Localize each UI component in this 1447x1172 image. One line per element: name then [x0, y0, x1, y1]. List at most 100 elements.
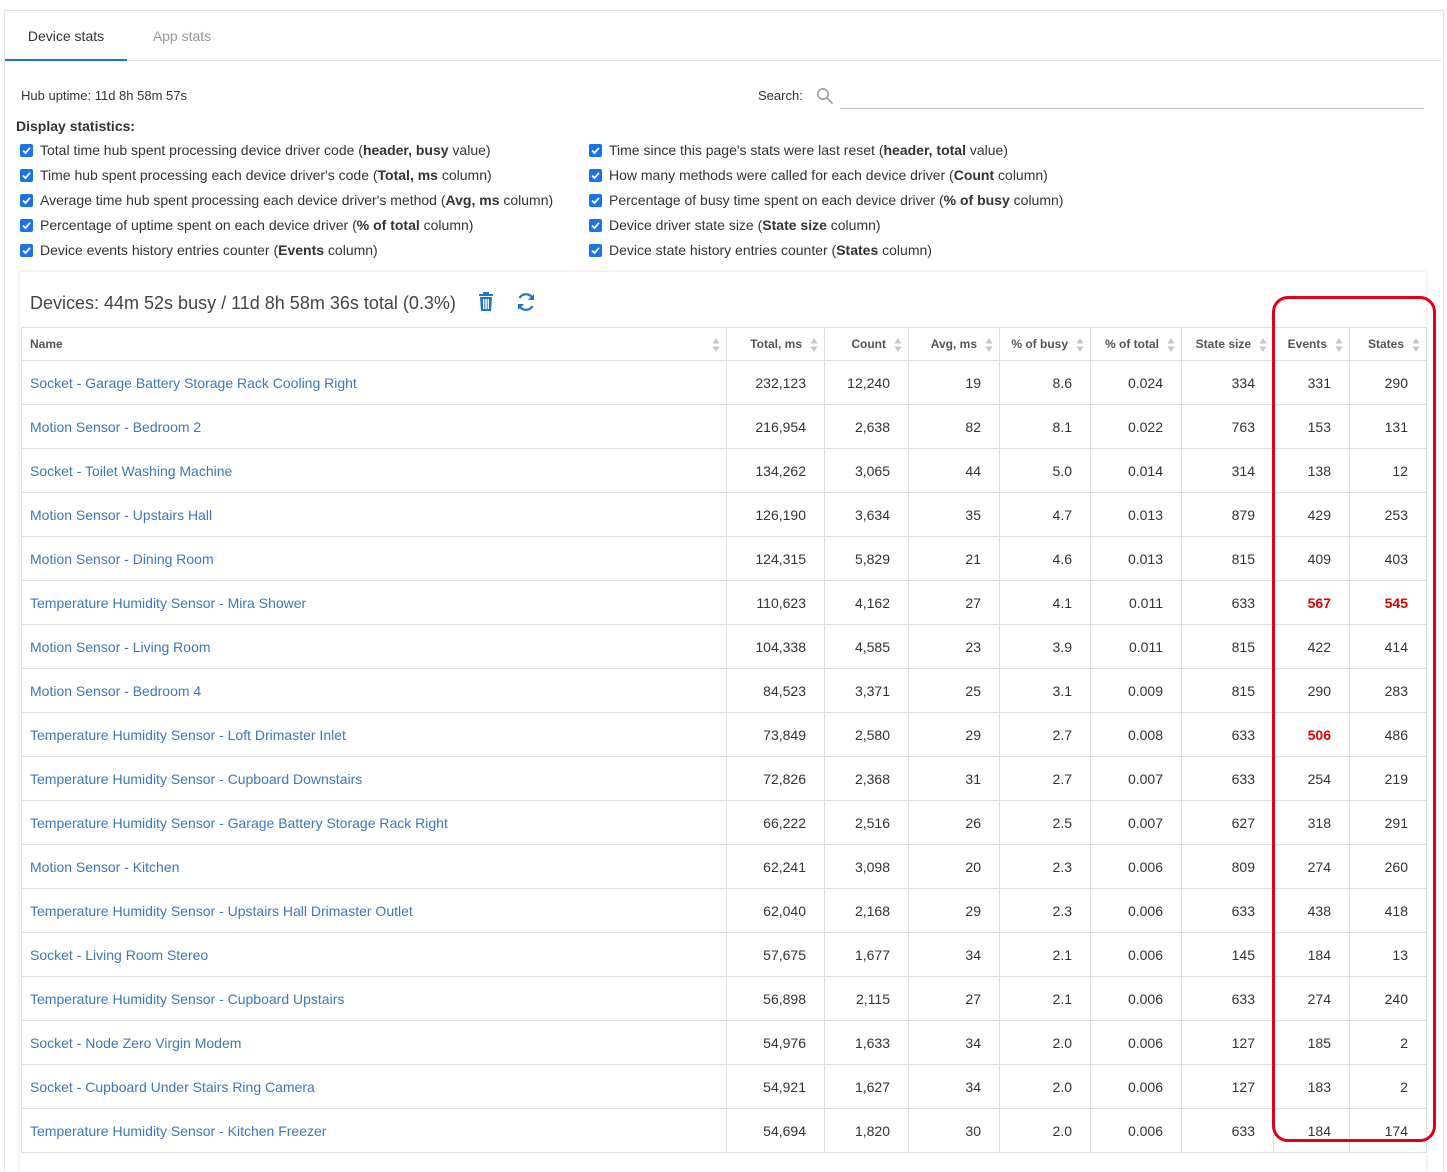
sort-icon[interactable] [894, 337, 902, 353]
table-row[interactable]: Motion Sensor - Upstairs Hall 126,190 3,63… [21, 492, 1427, 537]
device-link[interactable]: Temperature Humidity Sensor - Cupboard D… [30, 771, 362, 787]
column-header[interactable]: Total, ms [726, 327, 825, 361]
sort-icon[interactable] [1076, 337, 1084, 353]
table-row[interactable]: Socket - Toilet Washing Machine 134,262 3,… [21, 448, 1427, 493]
cell-avg: 21 [908, 536, 1000, 581]
table-row[interactable]: Socket - Living Room Stereo 57,675 1,677 34… [21, 932, 1427, 977]
checkbox-checked-icon[interactable] [589, 169, 602, 182]
cell-value: 2 [1400, 1034, 1408, 1051]
table-row[interactable]: Socket - Node Zero Virgin Modem 54,976 1,6… [21, 1020, 1427, 1065]
cell-value: 414 [1384, 638, 1408, 655]
sort-icon[interactable] [1335, 337, 1343, 353]
display-option[interactable]: Device events history entries counter (E… [20, 241, 378, 259]
cell-value: 124,315 [755, 550, 806, 567]
table-row[interactable]: Temperature Humidity Sensor - Kitchen Fr… [21, 1108, 1427, 1153]
trash-icon[interactable] [477, 292, 495, 312]
device-link[interactable]: Temperature Humidity Sensor - Kitchen Fr… [30, 1123, 326, 1139]
device-link[interactable]: Motion Sensor - Bedroom 4 [30, 683, 201, 699]
table-row[interactable]: Socket - Garage Battery Storage Rack Coo… [21, 360, 1427, 405]
sort-icon[interactable] [712, 337, 720, 353]
device-link[interactable]: Motion Sensor - Kitchen [30, 859, 179, 875]
column-header[interactable]: Name [21, 327, 727, 361]
sort-icon[interactable] [1412, 337, 1420, 353]
search-icon [817, 88, 833, 104]
sort-icon[interactable] [1167, 337, 1175, 353]
checkbox-checked-icon[interactable] [20, 219, 33, 232]
search-input[interactable] [840, 84, 1424, 109]
cell-value: 8.1 [1052, 418, 1072, 435]
cell-states: 290 [1349, 360, 1427, 405]
checkbox-checked-icon[interactable] [589, 244, 602, 257]
checkbox-checked-icon[interactable] [589, 194, 602, 207]
cell-value: 334 [1231, 374, 1255, 391]
checkbox-checked-icon[interactable] [20, 244, 33, 257]
cell-value: 545 [1384, 594, 1408, 611]
column-header[interactable]: % of busy [999, 327, 1091, 361]
cell-state-size: 633 [1181, 976, 1274, 1021]
refresh-icon[interactable] [515, 291, 537, 313]
table-row[interactable]: Motion Sensor - Kitchen 62,241 3,098 20 2.3 0… [21, 844, 1427, 889]
table-row[interactable]: Temperature Humidity Sensor - Mira Showe… [21, 580, 1427, 625]
cell-state-size: 314 [1181, 448, 1274, 493]
cell-value: 8.6 [1052, 374, 1072, 391]
table-header-row: Name Total, ms Count Avg, ms % of busy % of t… [21, 327, 1427, 361]
device-link[interactable]: Socket - Node Zero Virgin Modem [30, 1035, 241, 1051]
column-header[interactable]: State size [1181, 327, 1274, 361]
checkbox-checked-icon[interactable] [589, 144, 602, 157]
device-link[interactable]: Motion Sensor - Upstairs Hall [30, 507, 212, 523]
table-row[interactable]: Motion Sensor - Dining Room 124,315 5,829 2… [21, 536, 1427, 581]
tab-device-stats[interactable]: Device stats [5, 12, 127, 61]
checkbox-checked-icon[interactable] [20, 194, 33, 207]
display-option[interactable]: Percentage of uptime spent on each devic… [20, 216, 473, 234]
column-header-label: Total, ms [750, 337, 802, 351]
display-option[interactable]: Average time hub spent processing each d… [20, 191, 553, 209]
table-row[interactable]: Temperature Humidity Sensor - Garage Bat… [21, 800, 1427, 845]
checkbox-checked-icon[interactable] [589, 219, 602, 232]
table-row[interactable]: Motion Sensor - Bedroom 4 84,523 3,371 25 3.… [21, 668, 1427, 713]
display-option[interactable]: Total time hub spent processing device d… [20, 141, 491, 159]
table-row[interactable]: Temperature Humidity Sensor - Cupboard D… [21, 756, 1427, 801]
device-link[interactable]: Temperature Humidity Sensor - Garage Bat… [30, 815, 448, 831]
cell-value: 3.9 [1052, 638, 1072, 655]
device-link[interactable]: Socket - Garage Battery Storage Rack Coo… [30, 375, 357, 391]
display-option[interactable]: Percentage of busy time spent on each de… [589, 191, 1063, 209]
cell-total: 54,694 [726, 1108, 825, 1153]
column-header[interactable]: Count [824, 327, 909, 361]
table-row[interactable]: Motion Sensor - Bedroom 2 216,954 2,638 82 8… [21, 404, 1427, 449]
device-link[interactable]: Temperature Humidity Sensor - Upstairs H… [30, 903, 413, 919]
column-header[interactable]: % of total [1090, 327, 1182, 361]
device-link[interactable]: Temperature Humidity Sensor - Mira Showe… [30, 595, 306, 611]
device-link[interactable]: Socket - Toilet Washing Machine [30, 463, 232, 479]
sort-icon[interactable] [1259, 337, 1267, 353]
device-link[interactable]: Socket - Living Room Stereo [30, 947, 208, 963]
cell-value: 25 [965, 682, 981, 699]
device-link[interactable]: Temperature Humidity Sensor - Cupboard U… [30, 991, 344, 1007]
column-header[interactable]: Events [1273, 327, 1350, 361]
cell-states: 174 [1349, 1108, 1427, 1153]
device-link[interactable]: Motion Sensor - Bedroom 2 [30, 419, 201, 435]
display-option[interactable]: Device state history entries counter (St… [589, 241, 932, 259]
checkbox-checked-icon[interactable] [20, 144, 33, 157]
table-row[interactable]: Temperature Humidity Sensor - Loft Drima… [21, 712, 1427, 757]
table-row[interactable]: Socket - Cupboard Under Stairs Ring Came… [21, 1064, 1427, 1109]
display-option[interactable]: Time since this page's stats were last r… [589, 141, 1008, 159]
cell-avg: 34 [908, 932, 1000, 977]
sort-icon[interactable] [985, 337, 993, 353]
device-link[interactable]: Motion Sensor - Dining Room [30, 551, 214, 567]
device-link[interactable]: Temperature Humidity Sensor - Loft Drima… [30, 727, 346, 743]
cell-value: 422 [1307, 638, 1331, 655]
display-option[interactable]: How many methods were called for each de… [589, 166, 1048, 184]
sort-icon[interactable] [810, 337, 818, 353]
display-option[interactable]: Time hub spent processing each device dr… [20, 166, 492, 184]
tab-app-stats[interactable]: App stats [127, 12, 237, 60]
display-option[interactable]: Device driver state size (State size col… [589, 216, 881, 234]
table-row[interactable]: Motion Sensor - Living Room 104,338 4,585 2… [21, 624, 1427, 669]
column-header[interactable]: States [1349, 327, 1427, 361]
device-link[interactable]: Motion Sensor - Living Room [30, 639, 211, 655]
table-row[interactable]: Temperature Humidity Sensor - Upstairs H… [21, 888, 1427, 933]
device-link[interactable]: Socket - Cupboard Under Stairs Ring Came… [30, 1079, 315, 1095]
table-row[interactable]: Temperature Humidity Sensor - Cupboard U… [21, 976, 1427, 1021]
column-header[interactable]: Avg, ms [908, 327, 1000, 361]
cell-value: 26 [965, 814, 981, 831]
checkbox-checked-icon[interactable] [20, 169, 33, 182]
